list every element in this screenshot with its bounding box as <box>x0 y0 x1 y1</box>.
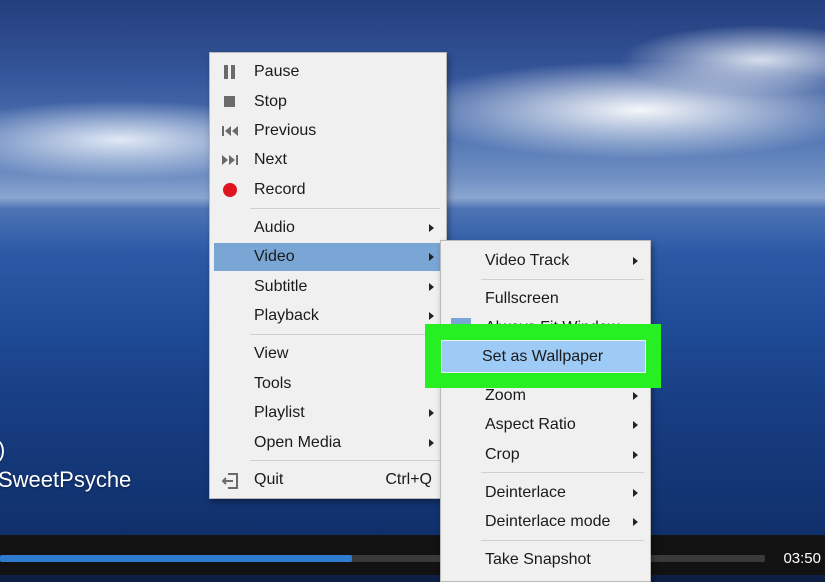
menu-item-label: Next <box>254 151 287 168</box>
menu-separator <box>250 460 440 461</box>
menu-separator <box>481 540 644 541</box>
submenu-arrow-icon <box>429 312 434 320</box>
previous-icon <box>222 123 238 139</box>
menu-item-video-track[interactable]: Video Track <box>445 247 646 275</box>
menu-item-playlist[interactable]: Playlist <box>214 399 442 427</box>
menu-item-crop[interactable]: Crop <box>445 441 646 469</box>
menu-item-label: Video Track <box>485 252 570 269</box>
menu-separator <box>250 208 440 209</box>
menu-item-audio[interactable]: Audio <box>214 214 442 242</box>
next-icon <box>222 152 238 168</box>
menu-item-quit[interactable]: Quit Ctrl+Q <box>214 466 442 494</box>
menu-separator <box>481 279 644 280</box>
menu-item-stop[interactable]: Stop <box>214 88 442 116</box>
quit-icon <box>221 472 238 489</box>
menu-item-label: Deinterlace <box>485 484 566 501</box>
menu-item-label: Audio <box>254 219 295 236</box>
menu-item-label: Pause <box>254 63 300 80</box>
menu-item-label: Open Media <box>254 434 342 451</box>
menu-item-label: Fullscreen <box>485 290 559 307</box>
menu-item-label: Video <box>254 248 295 265</box>
overlay-text-line1: ) <box>0 437 5 463</box>
menu-item-label: Zoom <box>485 387 526 404</box>
submenu-arrow-icon <box>633 489 638 497</box>
submenu-arrow-icon <box>429 283 434 291</box>
menu-item-set-as-wallpaper[interactable]: Set as Wallpaper <box>441 340 646 373</box>
submenu-arrow-icon <box>429 253 434 261</box>
menu-item-shortcut: Ctrl+Q <box>385 471 432 488</box>
menu-item-label: Playback <box>254 307 319 324</box>
submenu-arrow-icon <box>429 409 434 417</box>
menu-item-label: Set as Wallpaper <box>482 348 604 365</box>
menu-item-label: Playlist <box>254 404 305 421</box>
menu-item-open-media[interactable]: Open Media <box>214 429 442 457</box>
menu-item-label: Crop <box>485 446 520 463</box>
context-menu: Pause Stop Previous Next Record Audio Vi… <box>209 52 447 499</box>
elapsed-time: 03:50 <box>783 550 821 567</box>
menu-item-video[interactable]: Video <box>214 243 442 271</box>
pause-icon <box>222 64 238 80</box>
overlay-text-line2: SweetPsyche <box>0 467 132 492</box>
submenu-arrow-icon <box>633 518 638 526</box>
menu-item-label: Previous <box>254 122 317 139</box>
stop-icon <box>222 94 238 110</box>
seek-bar-progress <box>0 555 352 562</box>
submenu-arrow-icon <box>429 224 434 232</box>
menu-item-tools[interactable]: Tools <box>214 370 442 398</box>
menu-item-aspect-ratio[interactable]: Aspect Ratio <box>445 411 646 439</box>
menu-item-next[interactable]: Next <box>214 146 442 174</box>
menu-item-fullscreen[interactable]: Fullscreen <box>445 285 646 313</box>
menu-item-label: Quit <box>254 471 284 488</box>
menu-item-label: Tools <box>254 375 292 392</box>
menu-item-label: Take Snapshot <box>485 551 591 568</box>
submenu-arrow-icon <box>633 451 638 459</box>
menu-item-label: Record <box>254 181 306 198</box>
menu-separator <box>250 334 440 335</box>
menu-item-label: Stop <box>254 93 287 110</box>
menu-item-label: Subtitle <box>254 278 308 295</box>
menu-item-take-snapshot[interactable]: Take Snapshot <box>445 546 646 574</box>
menu-item-label: Aspect Ratio <box>485 416 576 433</box>
menu-item-pause[interactable]: Pause <box>214 58 442 86</box>
video-submenu: Video Track Fullscreen Always Fit Window… <box>440 240 651 582</box>
menu-item-record[interactable]: Record <box>214 176 442 204</box>
menu-item-playback[interactable]: Playback <box>214 302 442 330</box>
menu-separator <box>481 472 644 473</box>
submenu-arrow-icon <box>633 392 638 400</box>
submenu-arrow-icon <box>633 421 638 429</box>
menu-item-label: Deinterlace mode <box>485 513 611 530</box>
submenu-arrow-icon <box>429 439 434 447</box>
menu-item-subtitle[interactable]: Subtitle <box>214 273 442 301</box>
submenu-arrow-icon <box>633 257 638 265</box>
record-icon <box>222 182 238 198</box>
menu-item-deinterlace-mode[interactable]: Deinterlace mode <box>445 508 646 536</box>
menu-item-label: View <box>254 345 289 362</box>
menu-item-previous[interactable]: Previous <box>214 117 442 145</box>
menu-item-deinterlace[interactable]: Deinterlace <box>445 479 646 507</box>
menu-item-view[interactable]: View <box>214 340 442 368</box>
